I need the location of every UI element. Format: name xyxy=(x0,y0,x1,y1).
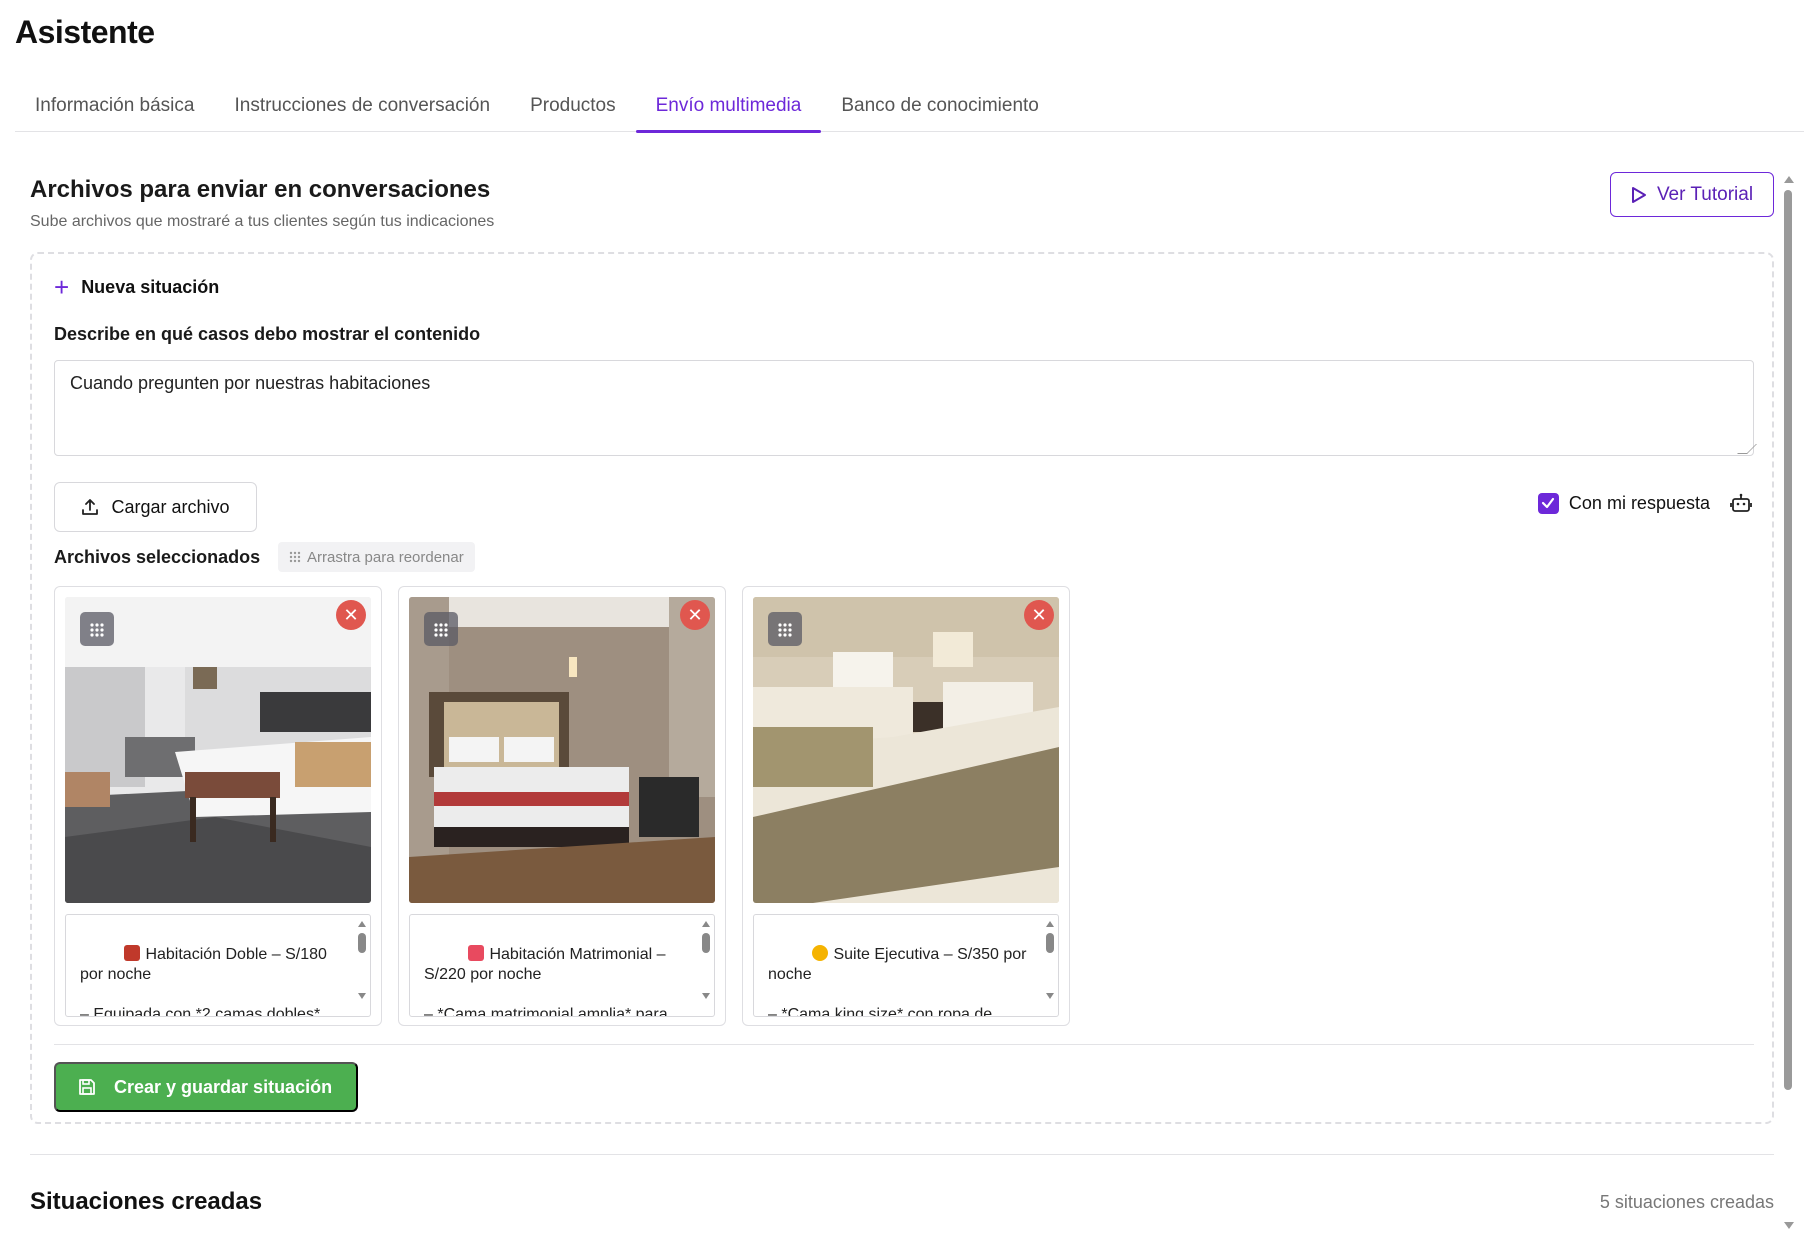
drag-handle[interactable] xyxy=(424,612,458,646)
drag-grid-icon xyxy=(90,623,104,637)
describe-label: Describe en qué casos debo mostrar el co… xyxy=(54,324,481,344)
file-cards: ✕ Habitación Doble – S/180 por noche – E… xyxy=(54,586,1070,1026)
play-icon xyxy=(1631,186,1646,203)
tab-bar: Información básica Instrucciones de conv… xyxy=(15,80,1804,133)
describe-textarea[interactable] xyxy=(54,360,1754,456)
tab-productos[interactable]: Productos xyxy=(510,80,636,132)
scroll-down-icon[interactable] xyxy=(1784,1222,1794,1229)
tab-informacion-basica[interactable]: Información básica xyxy=(15,80,214,132)
room-photo: ✕ xyxy=(65,597,371,903)
remove-file-button[interactable]: ✕ xyxy=(680,600,710,630)
file-caption-text: Habitación Matrimonial – S/220 por noche… xyxy=(424,946,668,1017)
room-photo: ✕ xyxy=(409,597,715,903)
created-situations-count: 5 situaciones creadas xyxy=(1599,1192,1774,1212)
new-situation-panel: + Nueva situación Describe en qué casos … xyxy=(30,252,1774,1124)
ver-tutorial-button[interactable]: Ver Tutorial xyxy=(1610,172,1774,217)
drag-dots-icon xyxy=(289,551,301,563)
cargar-archivo-label: Cargar archivo xyxy=(111,496,230,517)
cargar-archivo-button[interactable]: Cargar archivo xyxy=(54,482,257,532)
robot-icon xyxy=(1730,493,1752,512)
drag-grid-icon xyxy=(434,623,448,637)
check-icon xyxy=(1542,497,1555,509)
with-response-option: Con mi respuesta xyxy=(1537,492,1752,514)
with-response-label: Con mi respuesta xyxy=(1568,492,1710,513)
reorder-hint-label: Arrastra para reordenar xyxy=(307,548,464,566)
tab-envio-multimedia[interactable]: Envío multimedia xyxy=(635,80,822,133)
file-card[interactable]: ✕ Suite Ejecutiva – S/350 por noche – *C… xyxy=(742,586,1070,1026)
sun-emoji-icon xyxy=(812,945,829,961)
caption-scrollbar[interactable] xyxy=(356,919,368,999)
new-situation-label: Nueva situación xyxy=(81,276,220,297)
caption-scrollbar[interactable] xyxy=(700,919,712,999)
close-icon: ✕ xyxy=(343,604,359,625)
crear-guardar-label: Crear y guardar situación xyxy=(114,1076,333,1097)
selected-files-label: Archivos seleccionados xyxy=(54,547,261,567)
file-card[interactable]: ✕ Habitación Doble – S/180 por noche – E… xyxy=(54,586,382,1026)
tab-instrucciones[interactable]: Instrucciones de conversación xyxy=(214,80,510,132)
new-situation-header: + Nueva situación xyxy=(54,274,219,300)
tab-banco-conocimiento[interactable]: Banco de conocimiento xyxy=(821,80,1059,132)
panel-divider xyxy=(54,1044,1754,1045)
file-caption-text: Suite Ejecutiva – S/350 por noche – *Cam… xyxy=(768,946,1027,1017)
crear-guardar-button[interactable]: Crear y guardar situación xyxy=(54,1062,358,1112)
drag-handle[interactable] xyxy=(80,612,114,646)
main-content: Archivos para enviar en conversaciones S… xyxy=(30,132,1774,1256)
section-title: Archivos para enviar en conversaciones xyxy=(30,176,491,203)
ver-tutorial-label: Ver Tutorial xyxy=(1656,183,1754,205)
caption-scrollbar[interactable] xyxy=(1044,919,1056,999)
upload-icon xyxy=(82,499,99,515)
file-caption[interactable]: Suite Ejecutiva – S/350 por noche – *Cam… xyxy=(753,914,1059,1017)
drag-grid-icon xyxy=(778,623,792,637)
hotel-emoji-icon xyxy=(124,945,141,961)
reorder-hint: Arrastra para reordenar xyxy=(278,542,475,572)
created-situations-title: Situaciones creadas xyxy=(30,1188,263,1215)
close-icon: ✕ xyxy=(1031,604,1047,625)
section-subtitle: Sube archivos que mostraré a tus cliente… xyxy=(30,213,495,230)
section-divider xyxy=(30,1154,1774,1155)
remove-file-button[interactable]: ✕ xyxy=(1024,600,1054,630)
with-response-checkbox[interactable] xyxy=(1537,492,1559,514)
scroll-thumb[interactable] xyxy=(1784,190,1792,1090)
plus-icon: + xyxy=(54,272,70,302)
scroll-up-icon[interactable] xyxy=(1784,176,1794,183)
page-title: Asistente xyxy=(15,14,155,50)
close-icon: ✕ xyxy=(687,604,703,625)
room-photo: ✕ xyxy=(753,597,1059,903)
file-card[interactable]: ✕ Habitación Matrimonial – S/220 por noc… xyxy=(398,586,726,1026)
flower-emoji-icon xyxy=(468,945,485,961)
drag-handle[interactable] xyxy=(768,612,802,646)
page-scrollbar[interactable] xyxy=(1782,176,1794,1256)
file-caption[interactable]: Habitación Matrimonial – S/220 por noche… xyxy=(409,914,715,1017)
file-caption-text: Habitación Doble – S/180 por noche – Equ… xyxy=(80,946,327,1017)
save-icon xyxy=(79,1079,95,1095)
remove-file-button[interactable]: ✕ xyxy=(336,600,366,630)
file-caption[interactable]: Habitación Doble – S/180 por noche – Equ… xyxy=(65,914,371,1017)
